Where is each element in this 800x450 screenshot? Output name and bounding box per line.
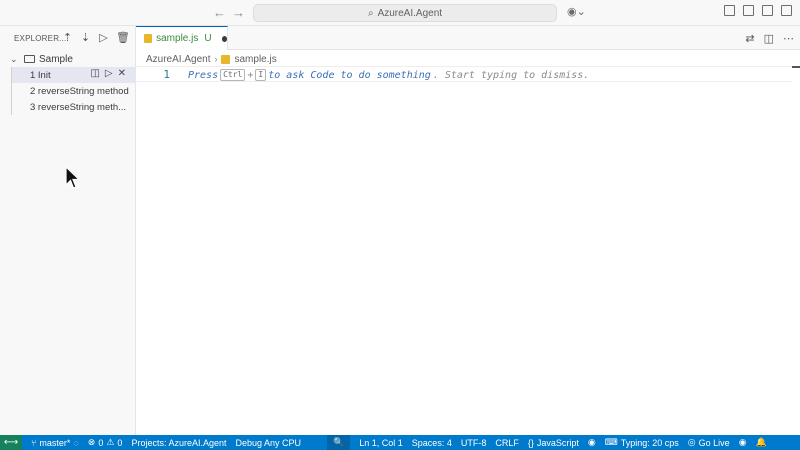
- git-branch-icon: ⑂: [31, 437, 37, 448]
- minimap-indicator: [792, 66, 800, 68]
- breadcrumb-root[interactable]: AzureAI.Agent: [146, 54, 210, 65]
- hint-plus: +: [247, 69, 254, 81]
- command-center-search[interactable]: ⌕ AzureAI.Agent: [253, 4, 557, 22]
- chevron-down-icon: ⌄: [10, 53, 18, 64]
- split-editor-icon[interactable]: ◫: [764, 32, 774, 45]
- kbd-i: I: [255, 69, 267, 81]
- sidebar-actions: ⇡ ⇣ ▷ 🗑: [62, 31, 130, 44]
- unsaved-dot-icon[interactable]: [221, 35, 227, 42]
- chevron-right-icon: ›: [214, 54, 218, 64]
- status-bar: ⟷ ⑂ master* ◌ ⊗ 0 ⚠ 0 Projects: AzureAI.…: [0, 435, 800, 450]
- copilot-icon[interactable]: ◉: [739, 437, 747, 448]
- hint-press: Press: [188, 69, 219, 81]
- broadcast-icon: ◎: [687, 437, 696, 447]
- project-status[interactable]: Projects: AzureAI.Agent: [131, 438, 226, 448]
- tab-bar: sample.js U ⇄ ◫ ⋯: [136, 26, 800, 50]
- tree-item-label: 3 reverseString meth...: [30, 101, 127, 113]
- toggle-primary-sidebar-icon[interactable]: [724, 5, 735, 16]
- tree-item-reverse-string-2[interactable]: 3 reverseString meth...: [12, 99, 136, 115]
- javascript-file-icon: [144, 34, 153, 43]
- indentation[interactable]: Spaces: 4: [412, 438, 452, 448]
- search-label: AzureAI.Agent: [377, 7, 443, 19]
- error-icon: ⊗: [87, 437, 96, 447]
- folder-sample[interactable]: ⌄ Sample: [0, 51, 136, 67]
- explorer-sidebar: EXPLORER... ⇡ ⇣ ▷ 🗑 ⌄ Sample 1 Init ◫ ▷ …: [0, 26, 136, 435]
- current-line[interactable]: 1 Press Ctrl + I to ask Code to do somet…: [136, 66, 792, 82]
- notifications-icon[interactable]: 🔔: [756, 437, 767, 448]
- line-number: 1: [163, 68, 170, 81]
- tree-item-init[interactable]: 1 Init ◫ ▷ ✕: [12, 67, 136, 83]
- warning-count: 0: [117, 437, 123, 448]
- braces-icon: {}: [527, 437, 534, 448]
- title-bar: ← → ⌕ AzureAI.Agent ◉⌄: [0, 0, 800, 26]
- toggle-panel-icon[interactable]: [743, 5, 754, 16]
- tree-item-label: 2 reverseString method: [30, 85, 129, 97]
- play-icon[interactable]: ▷: [98, 31, 109, 44]
- cursor-position[interactable]: Ln 1, Col 1: [359, 438, 403, 448]
- end-of-line[interactable]: CRLF: [495, 438, 519, 448]
- error-count: 0: [98, 437, 104, 448]
- remote-icon[interactable]: ⟷: [0, 435, 22, 450]
- arrow-right-icon[interactable]: →: [232, 5, 245, 20]
- tree-item-label: 1 Init: [30, 69, 51, 81]
- toggle-secondary-sidebar-icon[interactable]: [762, 5, 773, 16]
- customize-layout-icon[interactable]: [781, 5, 792, 16]
- keyboard-icon: ⌨: [604, 437, 618, 447]
- go-live[interactable]: ◎ Go Live: [688, 437, 730, 448]
- code-editor[interactable]: 1 Press Ctrl + I to ask Code to do somet…: [136, 66, 800, 435]
- play-icon[interactable]: ▷: [105, 68, 113, 79]
- javascript-file-icon: [221, 54, 231, 64]
- zoom-icon[interactable]: 🔍: [327, 435, 351, 450]
- layout-controls: [724, 5, 792, 16]
- hint-ask[interactable]: to ask Code to do something: [268, 70, 431, 81]
- search-icon: ⌕: [367, 7, 374, 19]
- folder-icon: [24, 55, 35, 63]
- hint-dismiss: . Start typing to dismiss.: [432, 69, 590, 81]
- folder-label: Sample: [39, 53, 73, 65]
- tab-label: sample.js: [156, 33, 199, 44]
- language-mode[interactable]: {} JavaScript: [528, 438, 579, 448]
- typing-speed[interactable]: ⌨ Typing: 20 cps: [605, 437, 679, 448]
- collapse-icon[interactable]: ⇡: [62, 31, 73, 44]
- copilot-icon[interactable]: ◉⌄: [567, 5, 586, 18]
- language-label: JavaScript: [536, 437, 579, 448]
- expand-icon[interactable]: ⇣: [80, 31, 91, 44]
- encoding[interactable]: UTF-8: [461, 438, 487, 448]
- branch-name: master*: [39, 437, 71, 448]
- typing-label: Typing: 20 cps: [620, 437, 679, 448]
- warning-icon: ⚠: [106, 437, 115, 447]
- more-actions-icon[interactable]: ⋯: [783, 32, 794, 45]
- build-config[interactable]: Debug Any CPU: [236, 438, 302, 448]
- breadcrumb-file[interactable]: sample.js: [234, 54, 276, 65]
- close-icon[interactable]: ✕: [118, 68, 126, 79]
- editor-actions: ⇄ ◫ ⋯: [745, 32, 794, 45]
- trash-icon[interactable]: 🗑: [116, 31, 130, 44]
- copilot-status-icon[interactable]: ◉: [588, 437, 596, 448]
- go-live-label: Go Live: [698, 437, 730, 448]
- split-view-icon[interactable]: ◫: [90, 68, 99, 79]
- tab-sample-js[interactable]: sample.js U: [136, 26, 228, 50]
- sync-icon: ◌: [73, 437, 79, 448]
- arrow-left-icon[interactable]: ←: [213, 5, 226, 20]
- mouse-pointer-icon: [65, 166, 81, 189]
- breadcrumb: AzureAI.Agent › sample.js: [146, 52, 277, 66]
- inline-chat-hint: Press Ctrl + I to ask Code to do somethi…: [188, 69, 589, 81]
- compare-icon[interactable]: ⇄: [745, 32, 754, 45]
- problems-status[interactable]: ⊗ 0 ⚠ 0: [88, 437, 123, 448]
- branch-status[interactable]: ⑂ master* ◌: [31, 438, 79, 448]
- tree-item-reverse-string[interactable]: 2 reverseString method: [12, 83, 136, 99]
- git-status-badge: U: [204, 33, 212, 44]
- tour-steps: 1 Init ◫ ▷ ✕ 2 reverseString method 3 re…: [11, 67, 136, 115]
- kbd-ctrl: Ctrl: [220, 69, 246, 81]
